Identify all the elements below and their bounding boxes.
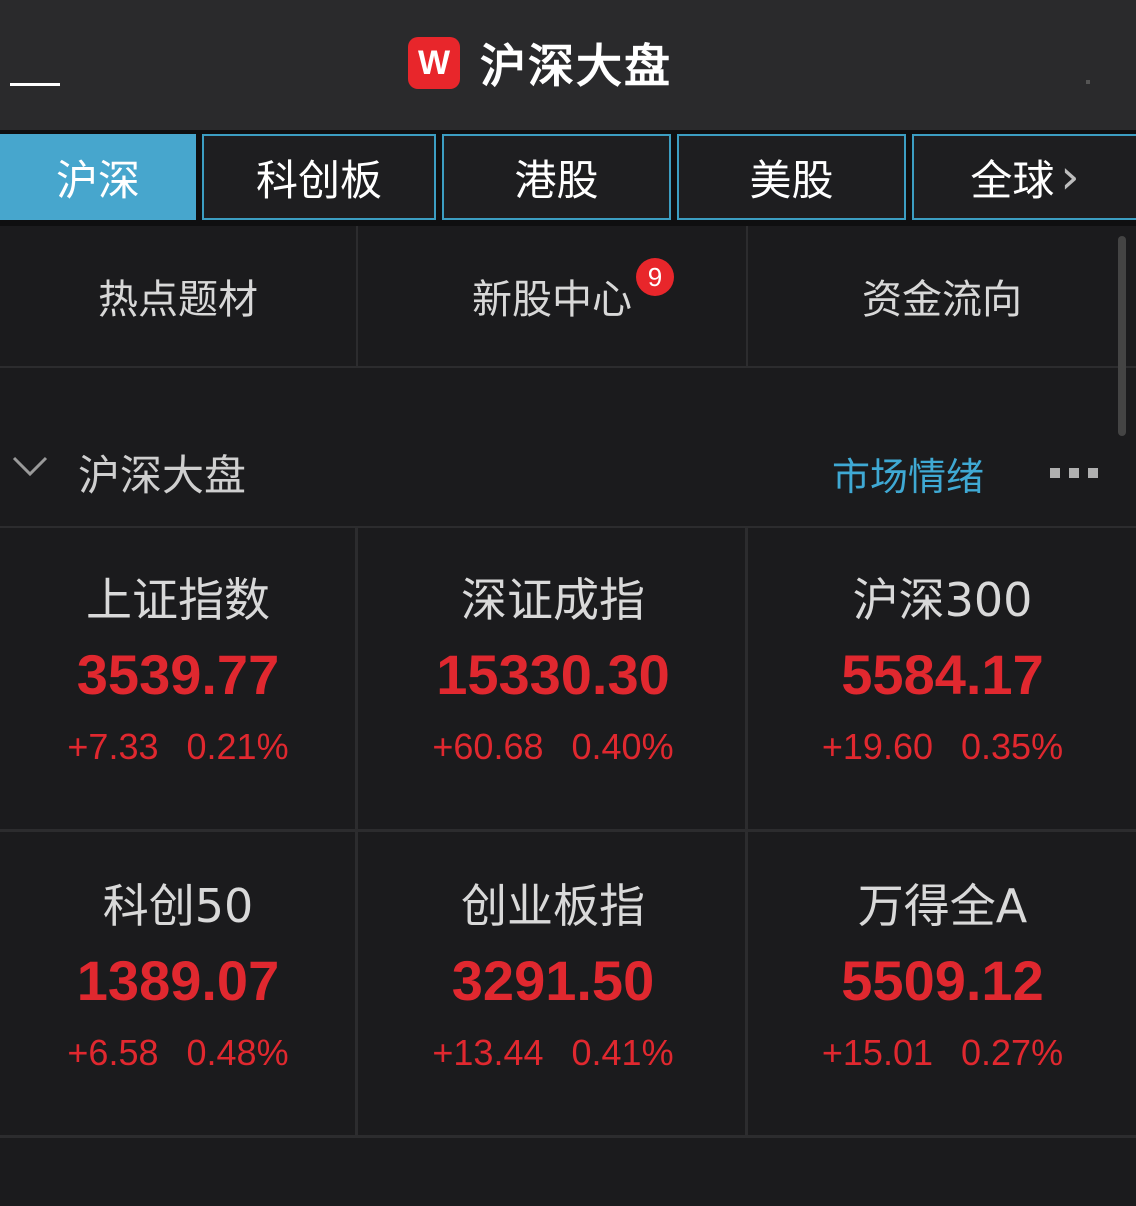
index-change: +6.58 0.48% <box>0 1032 356 1074</box>
index-value: 3291.50 <box>451 949 655 1012</box>
index-change: +60.68 0.40% <box>359 726 747 768</box>
index-value: 5509.12 <box>841 949 1044 1012</box>
divider <box>0 829 1136 832</box>
index-card-szse[interactable]: 深证成指 15330.30 +60.68 0.40% <box>359 526 747 832</box>
quick-link-fund-flow[interactable]: 资金流向 <box>748 226 1136 366</box>
quick-link-label: 资金流向 <box>862 277 1022 323</box>
tab-label: 全球 <box>970 155 1055 205</box>
index-value: 15330.30 <box>436 643 670 706</box>
chevron-down-icon[interactable] <box>12 454 48 482</box>
quick-link-label: 新股中心 <box>472 277 632 323</box>
index-change-pct: 0.40% <box>571 726 674 767</box>
market-tabs: 沪深 科创板 港股 美股 全球 › <box>0 130 1136 226</box>
index-value: 1389.07 <box>76 949 280 1012</box>
tab-hushen[interactable]: 沪深 <box>0 134 196 220</box>
index-name: 创业板指 <box>461 879 645 933</box>
index-change-pct: 0.48% <box>186 1032 289 1073</box>
quick-link-ipo-center[interactable]: 新股中心 <box>358 226 746 366</box>
menu-icon[interactable] <box>10 40 62 86</box>
index-card-chinext[interactable]: 创业板指 3291.50 +13.44 0.41% <box>359 832 747 1138</box>
index-change-pct: 0.27% <box>961 1032 1064 1073</box>
index-change: +7.33 0.21% <box>0 726 356 768</box>
index-card-csi300[interactable]: 沪深300 5584.17 +19.60 0.35% <box>749 526 1136 832</box>
index-value: 3539.77 <box>76 643 280 706</box>
index-name: 深证成指 <box>461 573 645 627</box>
tab-global[interactable]: 全球 › <box>912 134 1136 220</box>
index-change-pct: 0.35% <box>961 726 1064 767</box>
index-change-abs: +7.33 <box>67 726 159 767</box>
quick-links: 热点题材 新股中心 9 资金流向 <box>0 226 1136 368</box>
section-title: 沪深大盘 <box>78 451 247 500</box>
index-card-star50[interactable]: 科创50 1389.07 +6.58 0.48% <box>0 832 356 1138</box>
index-name: 沪深300 <box>852 573 1033 627</box>
index-change-abs: +15.01 <box>821 1032 934 1073</box>
index-name: 上证指数 <box>86 573 270 627</box>
tab-label: 港股 <box>514 155 599 205</box>
header-action-icon[interactable] <box>1086 80 1090 84</box>
index-grid: 上证指数 3539.77 +7.33 0.21% 深证成指 15330.30 +6… <box>0 526 1136 1140</box>
index-change-abs: +19.60 <box>821 726 934 767</box>
tab-us-stocks[interactable]: 美股 <box>677 134 906 220</box>
scrollbar[interactable] <box>1118 236 1126 436</box>
page-title: 沪深大盘 <box>480 39 672 93</box>
index-change-abs: +60.68 <box>432 726 544 767</box>
tab-hk-stocks[interactable]: 港股 <box>442 134 671 220</box>
tab-label: 沪深 <box>55 155 140 205</box>
index-card-sse[interactable]: 上证指数 3539.77 +7.33 0.21% <box>0 526 356 832</box>
index-change: +13.44 0.41% <box>359 1032 747 1074</box>
divider <box>0 1135 1136 1138</box>
index-change: +19.60 0.35% <box>749 726 1136 768</box>
more-icon[interactable] <box>1050 468 1107 478</box>
section-header: 沪深大盘 市场情绪 <box>0 410 1136 528</box>
wind-logo-icon: W <box>408 37 460 89</box>
index-name: 万得全A <box>857 879 1028 933</box>
index-change-pct: 0.41% <box>571 1032 674 1073</box>
index-change: +15.01 0.27% <box>749 1032 1136 1074</box>
title-wrap: W 沪深大盘 <box>408 34 672 93</box>
tab-star-market[interactable]: 科创板 <box>202 134 436 220</box>
tab-label: 科创板 <box>255 155 382 205</box>
index-change-pct: 0.21% <box>186 726 289 767</box>
quick-link-hot-topics[interactable]: 热点题材 <box>0 226 356 366</box>
chevron-right-icon: › <box>1060 149 1080 205</box>
index-value: 5584.17 <box>841 643 1044 706</box>
index-card-wind-all-a[interactable]: 万得全A 5509.12 +15.01 0.27% <box>749 832 1136 1138</box>
index-name: 科创50 <box>102 879 254 933</box>
index-change-abs: +6.58 <box>67 1032 159 1073</box>
quick-link-label: 热点题材 <box>98 277 258 323</box>
tab-label: 美股 <box>749 155 834 205</box>
notification-badge: 9 <box>636 258 674 296</box>
app-header: W 沪深大盘 <box>0 0 1136 130</box>
market-sentiment-link[interactable]: 市场情绪 <box>832 446 984 501</box>
index-change-abs: +13.44 <box>432 1032 544 1073</box>
